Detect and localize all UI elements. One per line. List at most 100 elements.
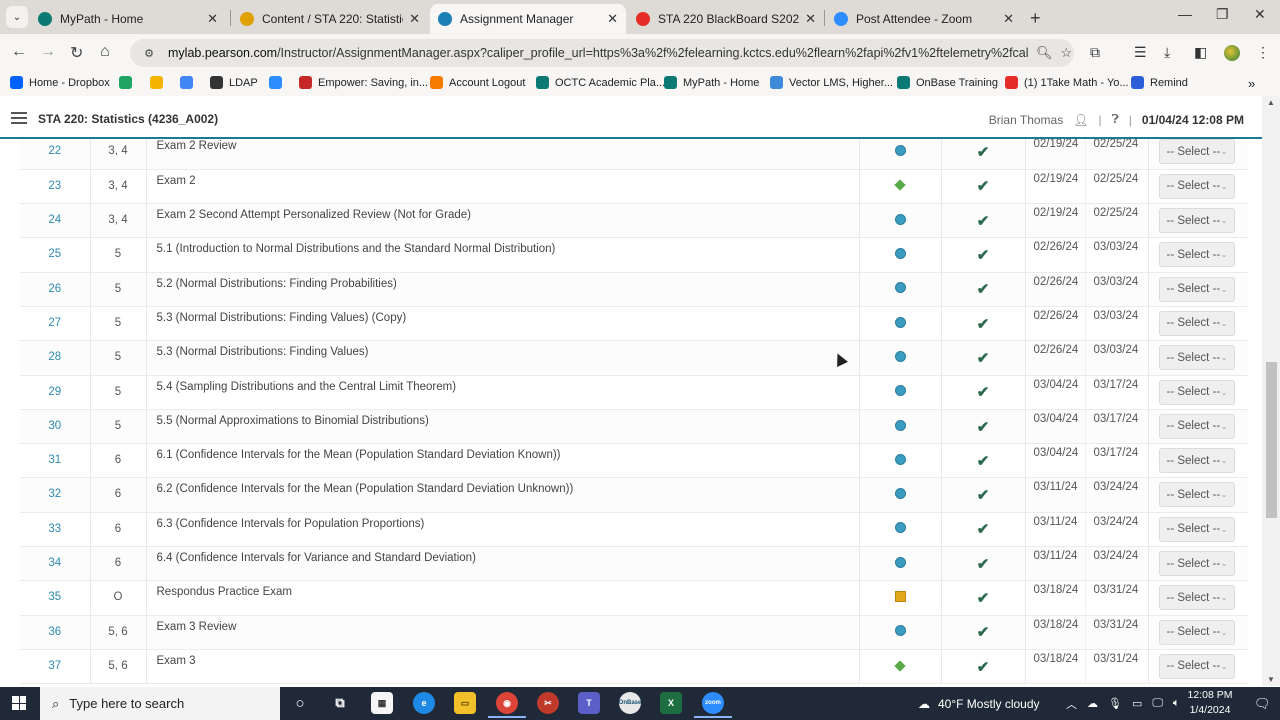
back-button[interactable]: ← (11, 43, 27, 61)
browser-tab[interactable]: STA 220 BlackBoard S2024 - Yo ✕ (628, 4, 824, 34)
action-select-dropdown[interactable]: -- Select -- ⌄ (1158, 173, 1235, 199)
browser-tab[interactable]: MyPath - Home ✕ (30, 4, 226, 34)
assignment-name[interactable]: Exam 2 Second Attempt Personalized Revie… (146, 203, 860, 239)
assignment-number-link[interactable]: 25 (48, 248, 61, 260)
assignment-number-link[interactable]: 33 (48, 523, 61, 535)
more-bookmarks-icon[interactable]: » (1248, 76, 1255, 91)
close-window-button[interactable]: ✕ (1254, 6, 1266, 23)
bookmark-item[interactable]: MyPath - Home (664, 76, 759, 89)
excel-icon[interactable]: X (660, 692, 682, 714)
action-select-dropdown[interactable]: -- Select -- ⌄ (1158, 551, 1235, 577)
assignment-number[interactable]: 36 (20, 615, 91, 650)
assignment-number-link[interactable]: 30 (48, 420, 61, 432)
reload-button[interactable]: ↻ (70, 43, 83, 63)
assignment-number[interactable]: 34 (20, 546, 91, 582)
assignment-number[interactable]: 26 (20, 272, 91, 307)
action-select-dropdown[interactable]: -- Select -- ⌄ (1158, 139, 1235, 164)
close-tab-icon[interactable]: ✕ (607, 11, 618, 27)
assignment-number[interactable]: 23 (20, 169, 91, 205)
assignment-number[interactable]: 24 (20, 203, 91, 239)
assignment-number[interactable]: 30 (20, 409, 91, 445)
close-tab-icon[interactable]: ✕ (1003, 11, 1014, 27)
chrome-icon[interactable]: ◉ (488, 692, 526, 718)
bookmark-item[interactable] (180, 76, 199, 89)
bookmark-item[interactable]: Home - Dropbox (10, 76, 110, 89)
url-text[interactable]: mylab.pearson.com/Instructor/AssignmentM… (168, 46, 1028, 60)
assignment-name[interactable]: 5.4 (Sampling Distributions and the Cent… (146, 375, 860, 410)
action-select-dropdown[interactable]: -- Select -- ⌄ (1158, 379, 1235, 405)
assignment-name[interactable]: Exam 2 (146, 169, 860, 205)
assignment-number[interactable]: 28 (20, 340, 91, 376)
windows-start-icon[interactable] (12, 696, 26, 710)
download-icon[interactable]: ⤓ (1164, 44, 1170, 61)
assignment-number-link[interactable]: 36 (48, 626, 61, 638)
assignment-name[interactable]: 5.5 (Normal Approximations to Binomial D… (146, 409, 860, 445)
action-select-dropdown[interactable]: -- Select -- ⌄ (1158, 276, 1235, 302)
forward-button[interactable]: → (40, 43, 56, 61)
assignment-number[interactable]: 27 (20, 306, 91, 342)
assignment-number-link[interactable]: 31 (48, 454, 61, 466)
action-select-dropdown[interactable]: -- Select -- ⌄ (1158, 516, 1235, 542)
assignment-number-link[interactable]: 37 (48, 660, 61, 672)
assignment-number-link[interactable]: 32 (48, 488, 61, 500)
close-tab-icon[interactable]: ✕ (207, 11, 218, 27)
assignment-number-link[interactable]: 26 (48, 283, 61, 295)
store-icon[interactable]: ▦ (371, 692, 393, 714)
volume-icon[interactable]: 🔈︎ (1173, 697, 1180, 710)
assignment-name[interactable]: Respondus Practice Exam (146, 580, 860, 616)
assignment-number[interactable]: 33 (20, 512, 91, 548)
bookmark-item[interactable]: (1) 1Take Math - Yo... (1005, 76, 1129, 89)
action-select-dropdown[interactable]: -- Select -- ⌄ (1158, 310, 1235, 336)
zoom-icon[interactable]: zoom (694, 692, 732, 718)
vertical-scrollbar[interactable]: ▲ ▼ (1262, 96, 1280, 686)
assignment-number[interactable]: 29 (20, 375, 91, 410)
action-select-dropdown[interactable]: -- Select -- ⌄ (1158, 585, 1235, 611)
assignment-name[interactable]: Exam 3 Review (146, 615, 860, 650)
teams-icon[interactable]: T (578, 692, 600, 714)
bookmark-item[interactable]: Empower: Saving, in... (299, 76, 428, 89)
search-icon[interactable]: 🔍︎ (1036, 45, 1053, 61)
browser-tab[interactable]: Post Attendee - Zoom ✕ (826, 4, 1022, 34)
action-select-dropdown[interactable]: -- Select -- ⌄ (1158, 619, 1235, 645)
media-icon[interactable]: ☰ (1134, 44, 1147, 61)
browser-tab[interactable]: Assignment Manager ✕ (430, 4, 626, 34)
extensions-icon[interactable]: ⧉ (1090, 44, 1100, 61)
assignment-name[interactable]: 5.1 (Introduction to Normal Distribution… (146, 237, 860, 273)
site-info-icon[interactable]: ⚙ (138, 47, 160, 60)
assignment-number-link[interactable]: 27 (48, 317, 61, 329)
taskbar-clock[interactable]: 12:08 PM 1/4/2024 (1180, 688, 1240, 718)
action-select-dropdown[interactable]: -- Select -- ⌄ (1158, 208, 1235, 234)
assignment-name[interactable]: Exam 2 Review (146, 139, 860, 170)
bookmark-item[interactable]: Vector LMS, Higher... (770, 76, 893, 89)
assignment-number[interactable]: 37 (20, 649, 91, 685)
assignment-name[interactable]: 6.3 (Confidence Intervals for Population… (146, 512, 860, 548)
action-select-dropdown[interactable]: -- Select -- ⌄ (1158, 653, 1235, 679)
side-panel-icon[interactable]: ◧ (1194, 44, 1207, 61)
assignment-number-link[interactable]: 22 (48, 145, 61, 157)
snipping-tool-icon[interactable]: ✂ (537, 692, 559, 714)
assignment-number-link[interactable]: 34 (48, 557, 61, 569)
bookmark-item[interactable] (269, 76, 288, 89)
help-icon[interactable]: ❓︎ (1112, 112, 1119, 127)
user-name[interactable]: Brian Thomas (989, 113, 1063, 127)
assignment-number[interactable]: 22 (20, 139, 91, 170)
scroll-down-icon[interactable]: ▼ (1262, 675, 1280, 684)
hamburger-menu-icon[interactable] (11, 112, 27, 124)
assignment-name[interactable]: 5.3 (Normal Distributions: Finding Value… (146, 306, 860, 342)
assignment-number-link[interactable]: 28 (48, 351, 61, 363)
onedrive-icon[interactable]: ☁ (1087, 697, 1098, 710)
action-select-dropdown[interactable]: -- Select -- ⌄ (1158, 413, 1235, 439)
network-icon[interactable]: 🖵︎ (1152, 697, 1163, 710)
new-tab-button[interactable]: + (1030, 8, 1041, 29)
bookmark-item[interactable]: LDAP (210, 76, 258, 89)
assignment-name[interactable]: Exam 3 (146, 649, 860, 685)
tray-overflow-icon[interactable]: ︿ (1066, 696, 1077, 712)
close-tab-icon[interactable]: ✕ (409, 11, 420, 27)
bookmark-item[interactable]: Remind (1131, 76, 1188, 89)
scroll-thumb[interactable] (1266, 362, 1277, 518)
edge-icon[interactable]: e (413, 692, 435, 714)
home-button[interactable]: ⌂ (100, 43, 110, 61)
cortana-icon[interactable]: ○ (289, 692, 311, 714)
notifications-icon[interactable]: 🗨︎ (1254, 687, 1271, 720)
bookmark-star-icon[interactable]: ☆ (1061, 45, 1073, 61)
